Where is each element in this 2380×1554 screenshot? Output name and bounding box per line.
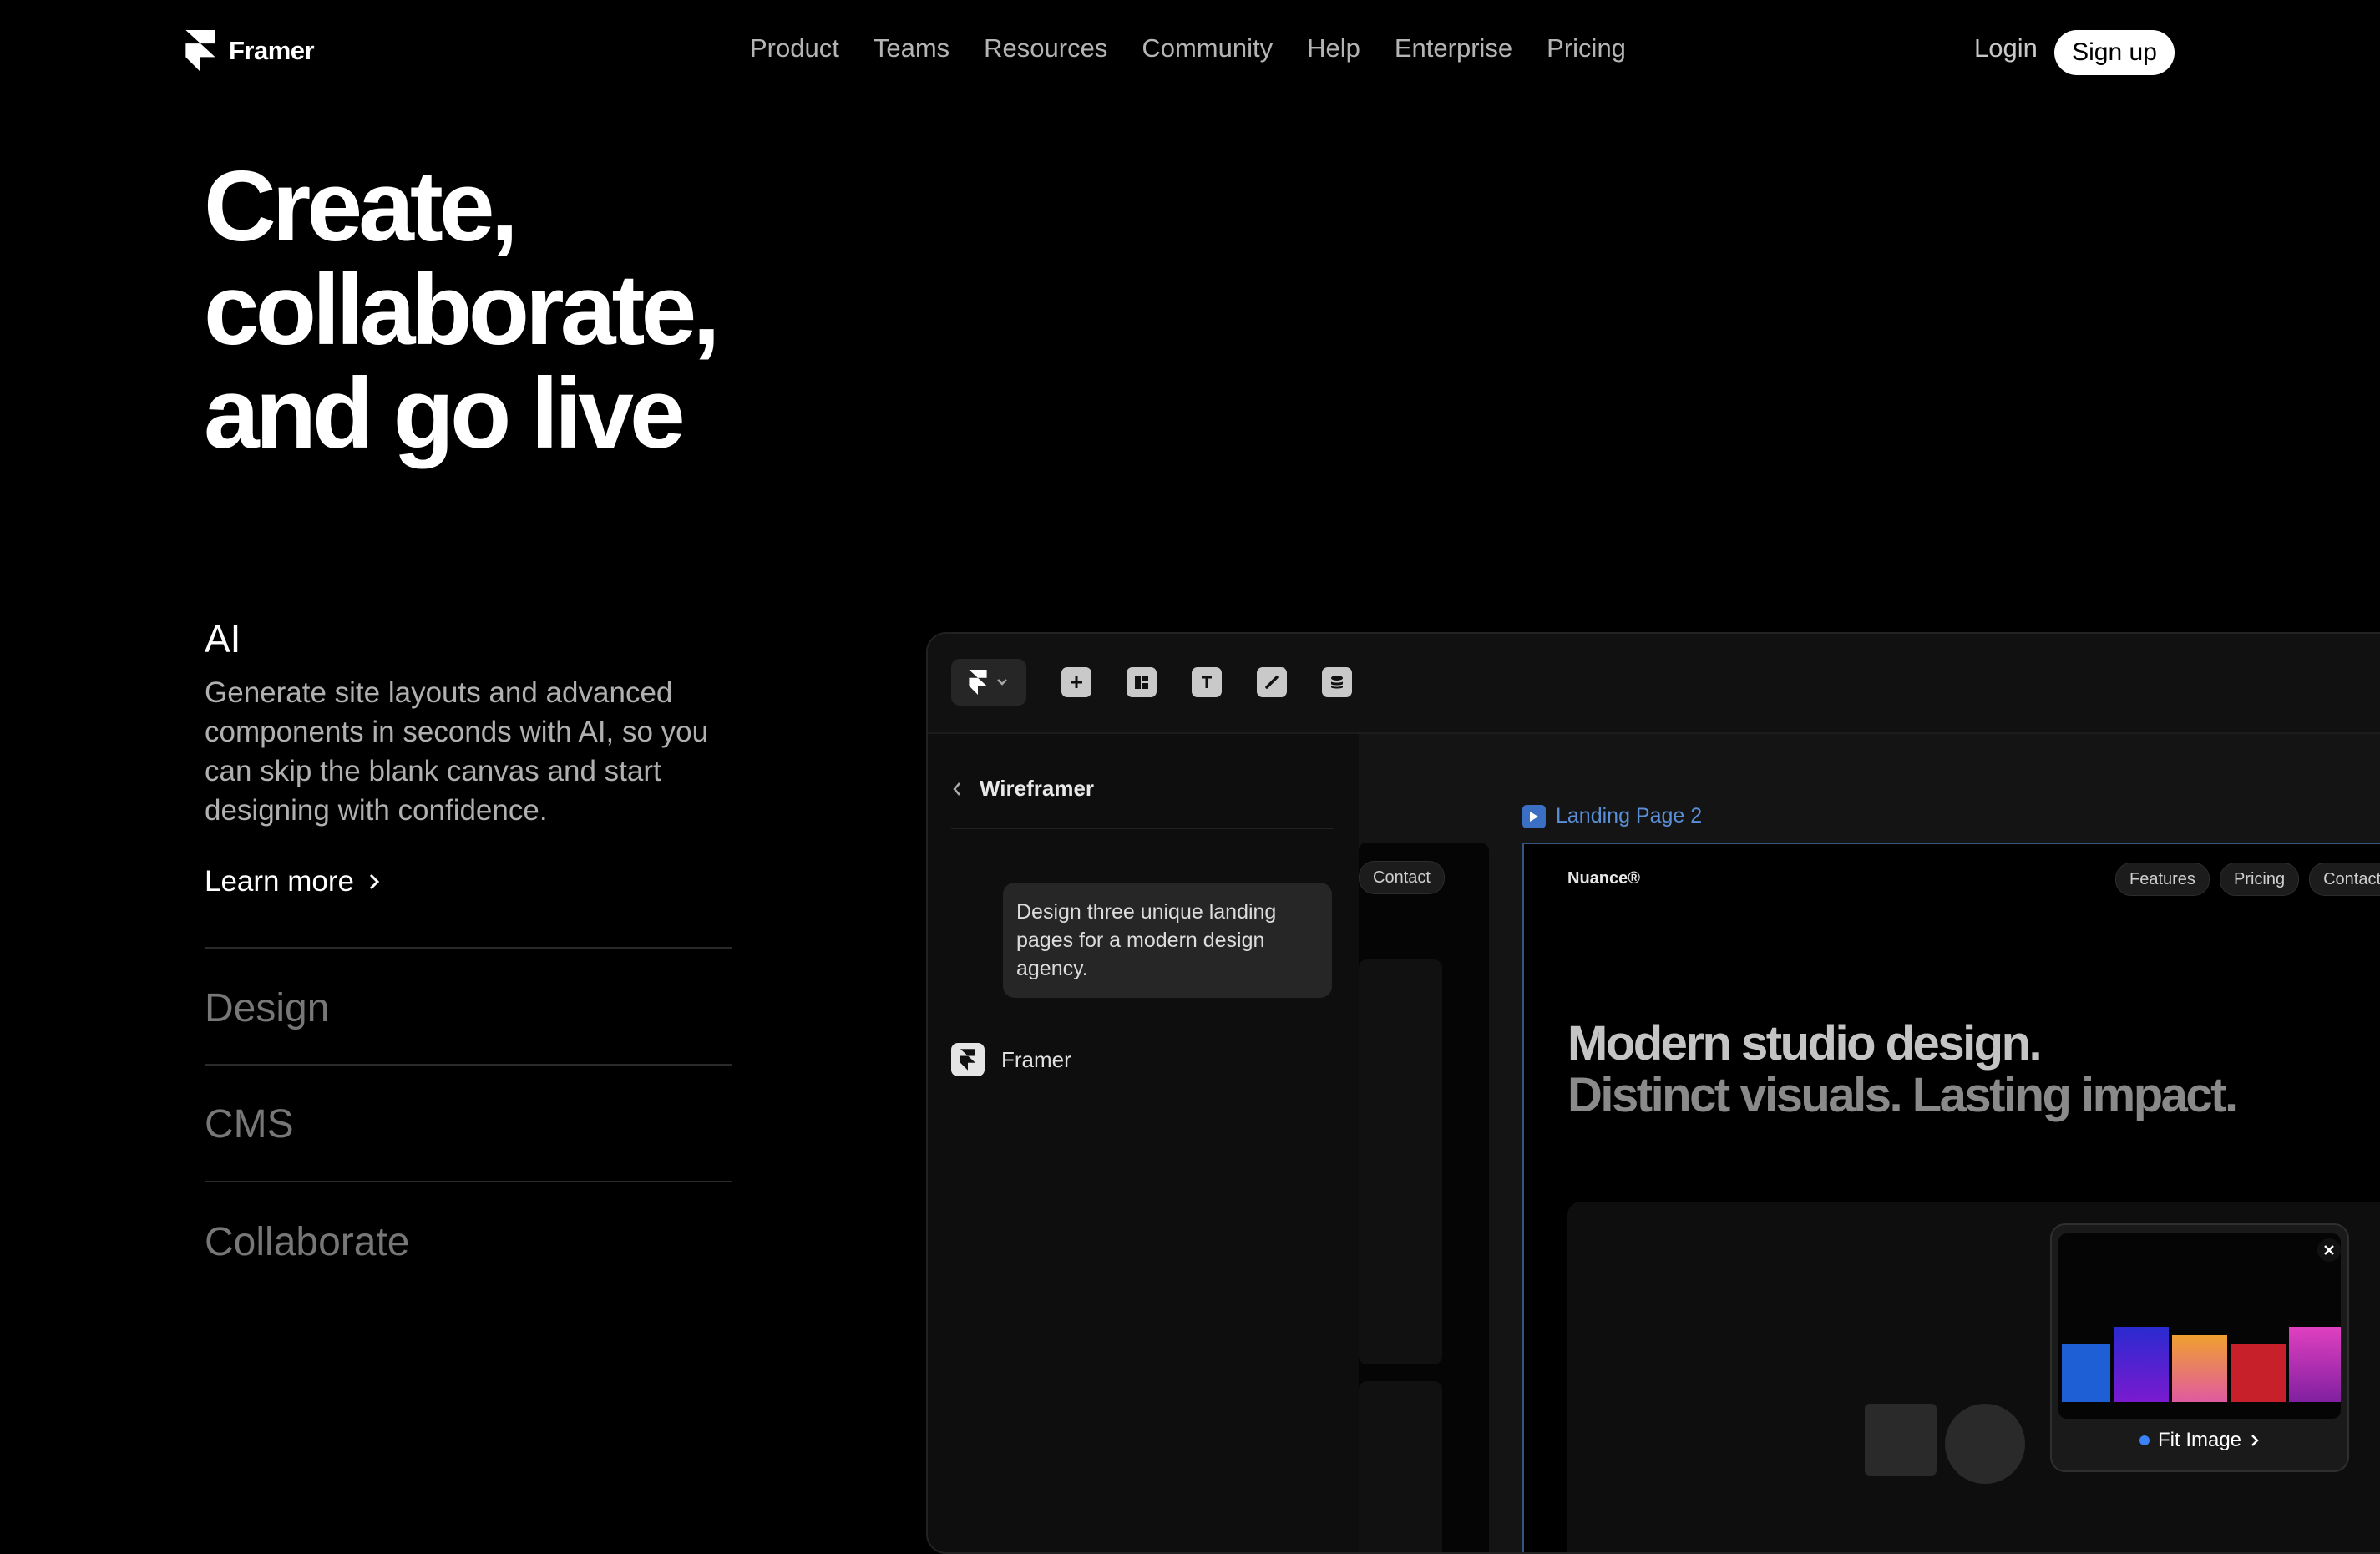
nav-item-product[interactable]: Product bbox=[750, 33, 839, 63]
brand-logo: Nuance® bbox=[1567, 869, 1640, 888]
image-placeholder bbox=[1359, 1381, 1442, 1552]
preview-thumbnail[interactable] bbox=[2058, 1233, 2341, 1419]
learn-more-label: Learn more bbox=[205, 865, 354, 898]
frame-headline-2: Distinct visuals. Lasting impact. bbox=[1567, 1068, 2238, 1122]
play-icon bbox=[1522, 804, 1546, 828]
nav-item-help[interactable]: Help bbox=[1307, 33, 1360, 63]
nav-pill-contact: Contact bbox=[1359, 861, 1445, 894]
chevron-down-icon bbox=[997, 679, 1007, 686]
accordion-item-design[interactable]: Design bbox=[205, 985, 329, 1031]
logo-text: Framer bbox=[229, 36, 315, 65]
layout-icon bbox=[1135, 676, 1148, 689]
login-link[interactable]: Login bbox=[1974, 33, 2038, 63]
accordion-item-cms[interactable]: CMS bbox=[205, 1101, 294, 1147]
divider bbox=[951, 828, 1334, 829]
chevron-left-icon bbox=[953, 782, 960, 796]
status-dot-icon bbox=[2139, 1435, 2150, 1445]
thumb-tile bbox=[2172, 1335, 2227, 1402]
framer-logo[interactable]: Framer bbox=[185, 30, 315, 72]
assistant-name: Framer bbox=[1001, 1046, 1071, 1072]
hero-title: Create, collaborate, and go live bbox=[204, 150, 721, 469]
framer-menu-button[interactable] bbox=[951, 659, 1026, 706]
frame-label-text: Landing Page 2 bbox=[1556, 804, 1703, 828]
frame-headline-1: Modern studio design. bbox=[1567, 1016, 2043, 1071]
accordion-item-collaborate[interactable]: Collaborate bbox=[205, 1219, 409, 1265]
chevron-right-icon bbox=[2251, 1435, 2259, 1446]
image-placeholder bbox=[1359, 959, 1442, 1364]
nav-item-teams[interactable]: Teams bbox=[874, 33, 949, 63]
frame-label[interactable]: Landing Page 2 bbox=[1522, 804, 1702, 828]
fit-image-label: Fit Image bbox=[2157, 1429, 2242, 1451]
chevron-right-icon bbox=[369, 873, 380, 890]
assistant-row: Framer bbox=[951, 1043, 1071, 1076]
divider bbox=[205, 1064, 732, 1066]
thumb-tile bbox=[2062, 1344, 2110, 1402]
feature-description: Generate site layouts and advanced compo… bbox=[205, 676, 709, 827]
user-prompt-bubble: Design three unique landing pages for a … bbox=[1003, 883, 1332, 998]
nav-item-community[interactable]: Community bbox=[1142, 33, 1273, 63]
feature-title-ai[interactable]: AI bbox=[205, 616, 241, 661]
brush-button[interactable] bbox=[1257, 667, 1287, 697]
main-nav: Product Teams Resources Community Help E… bbox=[750, 33, 1626, 63]
square-shape bbox=[1865, 1404, 1937, 1476]
learn-more-link[interactable]: Learn more bbox=[205, 865, 381, 898]
landing-page-1-frame[interactable]: Contact bbox=[1359, 843, 1489, 1552]
toolbar bbox=[928, 634, 2380, 734]
framer-avatar-icon bbox=[951, 1043, 985, 1076]
signup-button[interactable]: Sign up bbox=[2054, 30, 2175, 75]
insert-button[interactable] bbox=[1061, 667, 1091, 697]
frame-nav: Features Pricing Contact bbox=[2115, 863, 2380, 896]
close-button[interactable] bbox=[2317, 1238, 2341, 1262]
divider bbox=[205, 947, 732, 949]
thumb-tile bbox=[2114, 1327, 2169, 1402]
plus-icon bbox=[1071, 676, 1082, 688]
nav-item-resources[interactable]: Resources bbox=[984, 33, 1107, 63]
divider bbox=[205, 1181, 732, 1182]
circle-shape bbox=[1945, 1404, 2025, 1484]
sidebar-header[interactable]: Wireframer bbox=[951, 776, 1094, 802]
nav-pill-features: Features bbox=[2115, 863, 2210, 896]
framer-menu-icon bbox=[969, 670, 987, 695]
text-button[interactable] bbox=[1192, 667, 1222, 697]
sidebar-title: Wireframer bbox=[980, 776, 1095, 801]
layout-button[interactable] bbox=[1127, 667, 1157, 697]
fit-image-button[interactable]: Fit Image bbox=[2052, 1429, 2347, 1452]
wireframer-sidebar: Wireframer Design three unique landing p… bbox=[928, 734, 1359, 1552]
text-icon bbox=[1202, 676, 1212, 688]
thumb-tile bbox=[2231, 1344, 2286, 1402]
image-preview-popup: Fit Image bbox=[2050, 1223, 2349, 1472]
nav-pill-pricing: Pricing bbox=[2219, 863, 2300, 896]
brush-icon bbox=[1265, 676, 1279, 689]
nav-item-pricing[interactable]: Pricing bbox=[1547, 33, 1626, 63]
close-icon bbox=[2324, 1245, 2334, 1255]
database-icon bbox=[1331, 676, 1343, 689]
thumb-tile bbox=[2289, 1327, 2341, 1402]
nav-item-enterprise[interactable]: Enterprise bbox=[1395, 33, 1512, 63]
framer-logo-icon bbox=[185, 30, 215, 72]
nav-pill-contact: Contact bbox=[2309, 863, 2380, 896]
database-button[interactable] bbox=[1322, 667, 1352, 697]
